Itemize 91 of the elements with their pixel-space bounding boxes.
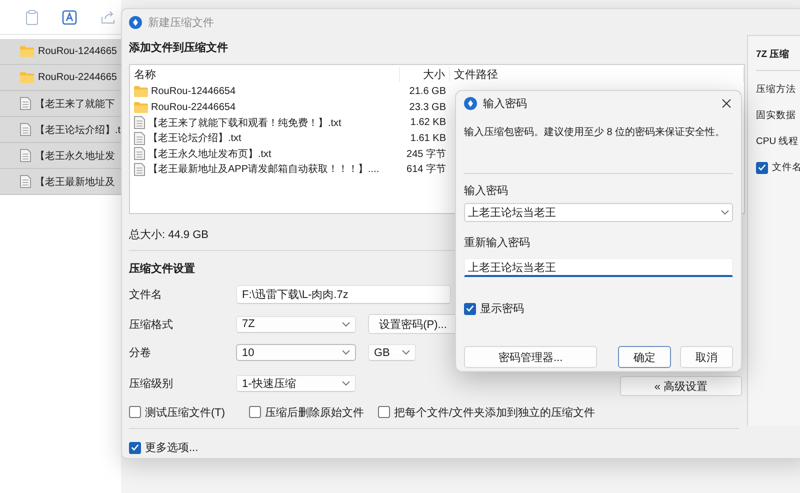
folder-icon [134,86,148,98]
column-header: 名称 [130,67,400,82]
file-name: RouRou-12446654 [151,86,236,98]
column-header: 大小 [400,67,450,82]
setting-label: 固实数据 [756,109,797,122]
clipboard-icon [26,10,38,24]
close-icon[interactable] [722,98,731,108]
file-size: 21.6 GB [408,86,447,98]
field-label: 输入密码 [464,184,509,198]
checkbox-label[interactable]: 更多选项... [145,440,198,455]
document-icon [134,147,145,160]
file-name: 【老王最新地址及 [35,176,115,188]
folder-icon [134,102,148,113]
file-name: 【老王来了就能下 [35,98,115,110]
section-heading: 添加文件到压缩文件 [129,40,228,55]
field-label: 重新输入密码 [464,236,531,250]
format-dropdown[interactable]: 7Z [236,316,356,332]
unit-dropdown[interactable]: GB [368,344,416,361]
panel-title: 7Z 压缩 [756,48,800,71]
checkbox[interactable] [129,406,141,418]
check-icon [466,305,474,312]
file-name: RouRou-22446654 [151,102,236,113]
caret-icon [721,210,729,215]
share-icon [101,10,115,24]
file-size: 23.3 GB [408,102,447,113]
document-icon [20,123,31,136]
dialog-message: 输入压缩包密码。建议使用至少 8 位的密码来保证安全性。 [464,126,726,140]
file-name: 【老王来了就能下载和观看！纯免费！】.txt [148,116,342,130]
file-name: 【老王永久地址发布页】.txt [148,148,272,161]
document-icon [134,116,145,130]
password-confirm-field[interactable]: 上老王论坛当老王 [464,258,733,277]
document-icon [134,132,145,145]
checkbox-label[interactable]: 压缩后删除原始文件 [265,404,364,420]
file-row[interactable]: RouRou-2244665 [0,65,121,91]
file-row[interactable]: 【老王最新地址及 [0,169,121,195]
dialog-title: 输入密码 [483,96,527,110]
section-heading: 压缩文件设置 [129,262,195,276]
window-title: 新建压缩文件 [148,16,214,30]
dialog-button[interactable]: 密码管理器... [464,346,598,368]
folder-icon [20,72,34,83]
compression-level-dropdown[interactable]: 1-快速压缩 [236,375,356,392]
caret-icon [342,322,350,326]
file-name: RouRou-1244665 [38,46,117,57]
advanced-settings-button[interactable]: « 高级设置 [620,376,742,396]
file-row[interactable]: 【老王来了就能下 [0,91,121,117]
checkbox[interactable] [378,406,390,418]
setting-label: CPU 线程 [756,135,800,148]
field-label: 压缩格式 [129,318,174,332]
checkbox-label[interactable]: 把每个文件/文件夹添加到独立的压缩文件 [394,404,596,420]
file-size: 1.61 KB [409,132,447,144]
file-name: 【老王论坛介绍】.t [35,124,121,136]
check-icon [758,164,766,171]
document-icon [134,162,145,176]
checkbox-label[interactable]: 显示密码 [480,301,524,316]
check-icon [131,444,139,451]
app-logo-icon [129,16,142,28]
setting-label: 压缩方法 [756,83,797,96]
filename-field[interactable]: F:\迅雷下载\L-肉肉.7z [236,285,451,304]
checkbox[interactable] [249,406,262,418]
file-size: 1.62 KB [409,117,447,128]
caret-icon [402,350,410,355]
password-combo-field[interactable]: 上老王论坛当老王 [464,203,733,222]
checkbox[interactable] [756,162,768,174]
column-header: 文件路径 [450,67,744,82]
file-name: 【老王永久地址发 [35,150,115,162]
file-name: 【老王论坛介绍】.txt [148,132,242,146]
folder-icon [20,46,34,57]
file-row[interactable]: RouRou-1244665 [0,39,121,65]
document-icon [20,175,31,188]
checkbox[interactable] [129,442,141,454]
file-name: 【老王最新地址及APP请发邮箱自动获取！！！】.... [148,162,380,176]
app-logo-icon [464,96,477,110]
field-label: 文件名 [129,288,163,302]
field-label: 分卷 [129,346,152,360]
file-size: 245 字节 [406,148,447,161]
file-row[interactable]: 【老王永久地址发 [0,143,121,169]
caret-icon [342,381,350,386]
checkbox-label[interactable]: 测试压缩文件(T) [145,404,226,420]
set-password-button[interactable]: 设置密码(P)... [368,314,458,334]
file-row[interactable]: 【老王论坛介绍】.t [0,117,121,143]
document-icon [20,97,31,110]
split-size-dropdown[interactable]: 10 [236,344,356,361]
text-format-icon [62,10,77,24]
field-label: 压缩级别 [129,376,174,391]
caret-icon [342,350,350,355]
dialog-button[interactable]: 取消 [680,346,733,368]
file-name: RouRou-2244665 [38,72,117,83]
checkbox[interactable] [464,302,476,314]
file-size: 614 字节 [406,162,447,176]
document-icon [20,149,31,162]
dialog-button[interactable]: 确定 [618,346,671,368]
